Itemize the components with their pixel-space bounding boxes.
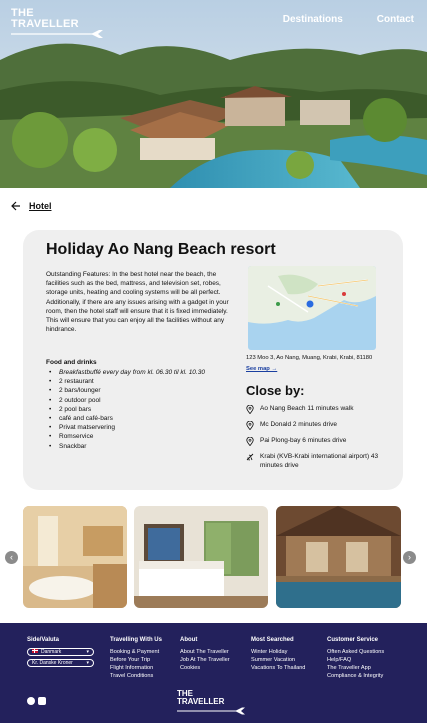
social-links [27,697,46,705]
bathroom-photo [23,506,127,608]
food-item: 2 restaurant [46,377,205,386]
hotel-description: Outstanding Features: In the best hotel … [46,271,229,334]
gallery-image-bathroom[interactable] [23,506,127,608]
gallery-image-villa[interactable] [276,506,401,608]
footer-col-title: About [180,637,198,643]
footer-link[interactable]: Travel Conditions [110,672,162,680]
gallery-prev-button[interactable]: ‹ [5,551,18,564]
chevron-down-icon: ▾ [86,648,89,655]
food-item: Privat matservering [46,423,205,432]
airplane-logo-icon [11,30,103,38]
back-link[interactable]: Hotel [11,201,52,211]
footer-link[interactable]: Flight Information [110,664,162,672]
food-item: Snackbar [46,442,205,451]
photo-gallery [23,506,403,608]
footer-col-travelling: Travelling With Us Booking & Payment Bef… [110,637,162,680]
country-select[interactable]: Danmark ▾ [27,648,94,656]
food-item: 2 pool bars [46,405,205,414]
footer-col-customer-service: Customer Service Often Asked Questions H… [327,637,384,680]
currency-select[interactable]: Kr. Danske Kroner ▾ [27,659,94,667]
footer-col-about: About About The Traveller Job At The Tra… [180,637,230,672]
gallery-image-bedroom[interactable] [134,506,268,608]
footer-col-most-searched: Most Searched Winter Holiday Summer Vaca… [251,637,305,672]
footer-link[interactable]: Winter Holiday [251,648,305,656]
footer-link[interactable]: The Traveller App [327,664,384,672]
footer-link[interactable]: Booking & Payment [110,648,162,656]
villa-photo [276,506,401,608]
footer-link[interactable]: Often Asked Questions [327,648,384,656]
footer-link[interactable]: Vacations To Thailand [251,664,305,672]
close-by-text: Mc Donald 2 minutes drive [260,421,337,428]
close-by-item: Pai Plong-bay 6 minutes drive [246,437,386,446]
close-by-item: Ao Nang Beach 11 minutes walk [246,405,386,414]
breadcrumb-label: Hotel [29,201,52,211]
arrow-left-icon [11,201,20,211]
footer-link[interactable]: Before Your Trip [110,656,162,664]
close-by-item: Krabi (KVB-Krabi international airport) … [246,453,386,470]
country-value: Danmark [41,648,62,655]
gallery-next-button[interactable]: › [403,551,416,564]
close-by-title: Close by: [246,383,305,398]
hotel-title: Holiday Ao Nang Beach resort [46,241,276,258]
close-by-list: Ao Nang Beach 11 minutes walk Mc Donald … [246,405,386,477]
location-map[interactable] [248,266,376,350]
food-item: café and café-bars [46,414,205,423]
footer-link[interactable]: About The Traveller [180,648,230,656]
hero-banner: THE TRAVELLER Destinations Contact [0,0,427,188]
bedroom-photo [134,506,268,608]
hotel-info-card: Holiday Ao Nang Beach resort Outstanding… [23,230,403,490]
chevron-down-icon: ▾ [86,659,89,666]
nav-destinations[interactable]: Destinations [283,14,343,25]
footer-brand-logo[interactable]: THE TRAVELLER [177,690,249,716]
close-by-text: Pai Plong-bay 6 minutes drive [260,437,347,444]
map-graphic [248,266,376,350]
footer-link[interactable]: Help/FAQ [327,656,384,664]
close-by-text: Krabi (KVB-Krabi international airport) … [260,453,379,469]
footer-brand-line2: TRAVELLER [177,697,225,706]
footer-col-title: Most Searched [251,637,294,643]
instagram-icon[interactable] [38,697,46,705]
see-map-link[interactable]: See map → [246,366,277,372]
brand-logo[interactable]: THE TRAVELLER [11,8,107,40]
location-pin-icon [246,437,254,446]
food-title: Food and drinks [46,359,97,366]
footer-link[interactable]: Job At The Traveller [180,656,230,664]
footer-link[interactable]: Summer Vacation [251,656,305,664]
location-pin-icon [246,405,254,414]
hotel-address: 123 Moo 3, Ao Nang, Muang, Krabi, Krabi,… [246,355,373,361]
location-pin-icon [246,421,254,430]
footer-site-title: Side/Valuta [27,637,60,643]
food-item: 2 bars/lounger [46,386,205,395]
footer-col-title: Customer Service [327,637,379,643]
close-by-item: Mc Donald 2 minutes drive [246,421,386,430]
food-item: Breakfastbuffé every day from kl. 06.30 … [46,368,205,377]
currency-value: Kr. Danske Kroner [32,659,73,666]
airplane-logo-icon [177,707,245,715]
food-item: 2 outdoor pool [46,396,205,405]
main-nav: Destinations Contact [283,14,414,25]
facebook-icon[interactable] [27,697,35,705]
footer: Side/Valuta Danmark ▾ Kr. Danske Kroner … [0,623,427,723]
footer-link[interactable]: Cookies [180,664,230,672]
denmark-flag-icon [32,648,38,653]
footer-site-col: Side/Valuta Danmark ▾ Kr. Danske Kroner … [27,637,94,670]
food-list: Breakfastbuffé every day from kl. 06.30 … [46,368,205,451]
airplane-icon [246,453,254,461]
footer-link[interactable]: Compliance & Integrity [327,672,384,680]
close-by-text: Ao Nang Beach 11 minutes walk [260,405,354,412]
food-item: Romservice [46,432,205,441]
footer-col-title: Travelling With Us [110,637,162,643]
nav-contact[interactable]: Contact [377,14,414,25]
